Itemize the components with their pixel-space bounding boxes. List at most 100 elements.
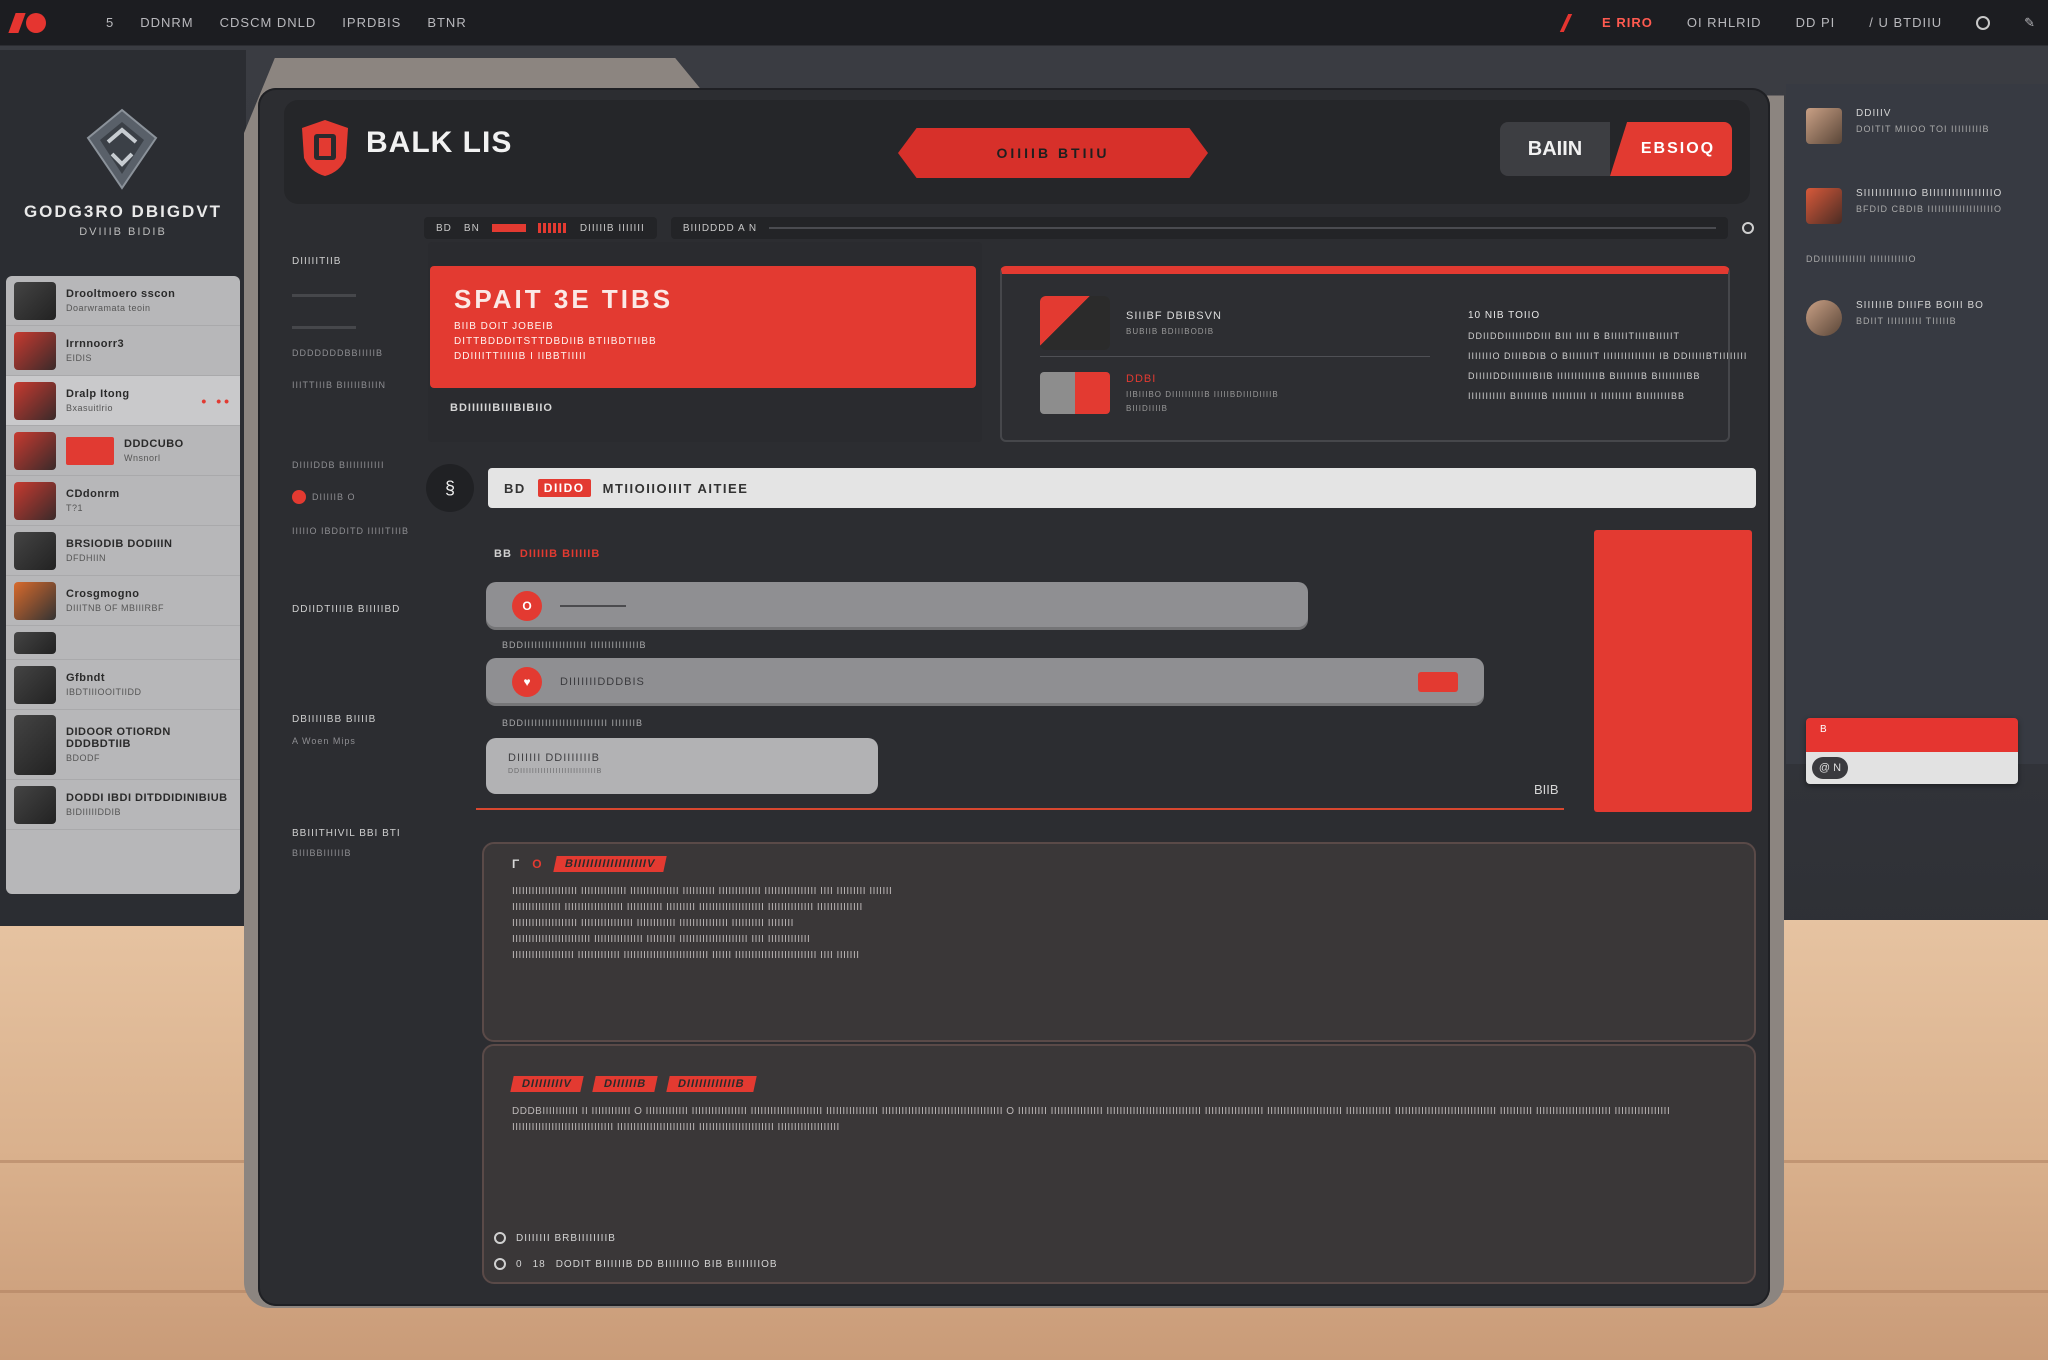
list-item[interactable]: DDDCUBO Wnsnorl	[6, 426, 240, 476]
search-icon[interactable]: §	[426, 464, 474, 512]
avatar	[1806, 300, 1842, 336]
toggle-right-option[interactable]: EBSIOQ	[1610, 122, 1732, 176]
section-caption: DDIIIIIIIIIIIII IIIIIIIIIIIO	[1806, 254, 1917, 264]
filter-segment[interactable]: BIIIDDDD A N	[670, 217, 1728, 239]
main-action-button[interactable]: OIIIIB BTIIU	[898, 128, 1208, 178]
status-item[interactable]: / U BTDIIU	[1869, 15, 1942, 30]
menu-item[interactable]: IPRDBIS	[342, 15, 401, 30]
pen-icon[interactable]: ✎	[2024, 15, 2036, 31]
avatar	[14, 785, 56, 824]
list-item-title: BRSIODIB DODIIIN	[66, 538, 173, 550]
select-subtext: DDIIIIIIIIIIIIIIIIIIIIIIIIIIB	[508, 768, 603, 775]
avatar	[14, 431, 56, 470]
side-label: DIIIIIB O	[312, 492, 356, 502]
more-icon[interactable]: • ••	[201, 393, 232, 409]
filter-label: BIIIDDDD A N	[682, 222, 758, 234]
filter-indicator	[537, 223, 568, 233]
side-label: IIIIIO IBDDITD IIIIITIIIB	[292, 526, 410, 536]
panel-header: DIIIIIIIIV DIIIIIIB DIIIIIIIIIIIIB	[510, 1076, 1726, 1092]
list-item[interactable]: Dralp Itong Bxasuitlrio • ••	[6, 376, 240, 426]
toggle-left-option[interactable]: BAIIN	[1500, 122, 1610, 176]
list-item-title: Irrnnoorr3	[66, 338, 125, 350]
info-row[interactable]: DDBI IIBIIIBO DIIIIIIIIIIB IIIIIBDIIIDIII…	[1040, 372, 1279, 414]
notification-item[interactable]: SIIIIIIB DIIIFB BOIII BO BDIIT IIIIIIIIII…	[1806, 300, 2036, 336]
start-card-line: DITTBDDDITSTTDBDIIB BTIIBDTIIBB	[454, 336, 657, 347]
avatar	[14, 381, 56, 420]
notification-item[interactable]: SIIIIIIIIIIIIO BIIIIIIIIIIIIIIIIIO BFDID …	[1806, 188, 2036, 224]
divider	[476, 808, 1564, 810]
menu-item[interactable]: DDNRM	[140, 15, 193, 30]
select-field[interactable]: DIIIIII DDIIIIIIIB DDIIIIIIIIIIIIIIIIIII…	[486, 738, 878, 794]
list-item[interactable]: Drooltmoero sscon Doarwramata teoin	[6, 276, 240, 326]
list-item[interactable]: Irrnnoorr3 EIDIS	[6, 326, 240, 376]
status-badge[interactable]: E RIRO	[1602, 15, 1653, 30]
field-caption: BDDIIIIIIIIIIIIIIIIIIIIIIII IIIIIIIB	[502, 718, 644, 728]
info-detail-line: IIIIIIIIIII BIIIIIIIB IIIIIIIIII II IIII…	[1468, 391, 1686, 401]
side-label: DIIIIITIIB	[292, 256, 342, 267]
list-item[interactable]: Gfbndt IBDTIIIOOITIIDD	[6, 660, 240, 710]
submit-button[interactable]	[1594, 530, 1752, 812]
text-field[interactable]: ♥ DIIIIIIIDDDBIS	[486, 658, 1484, 706]
search-tag[interactable]: DIIDO	[537, 479, 591, 497]
refresh-icon[interactable]	[1742, 222, 1754, 234]
list-item[interactable]: DODDI IBDI DITDDIDINIBIUB BIDIIIIIDDIB	[6, 780, 240, 830]
mini-widget[interactable]: B @ N	[1806, 718, 2018, 784]
brand-logo-icon	[86, 108, 158, 190]
shield-logo-icon	[302, 120, 348, 176]
menu-item[interactable]: BTNR	[427, 15, 466, 30]
avatar	[14, 481, 56, 520]
avatar	[14, 281, 56, 320]
status-item[interactable]: OI RHLRID	[1687, 15, 1762, 30]
list-item-title: Dralp Itong	[66, 388, 130, 400]
panel-tag[interactable]: DIIIIIIIIIIIIB	[666, 1076, 757, 1092]
field-action-button[interactable]	[1418, 672, 1458, 692]
footer-value: 18	[532, 1258, 546, 1270]
side-label[interactable]: BBIIITHIVIL BBI BTI	[292, 828, 401, 839]
app-logo[interactable]	[8, 12, 46, 33]
widget-toggle[interactable]: @ N	[1812, 757, 1848, 779]
circle-icon	[494, 1232, 506, 1244]
start-card[interactable]: SPAIT 3E TIBS BIIB DOIT JOBEIB DITTBDDDI…	[430, 266, 976, 388]
info-detail-line: IIIIIIIO DIIIBDIB O BIIIIIIIT IIIIIIIIII…	[1468, 351, 1748, 361]
avatar	[14, 631, 56, 654]
slash-icon	[1559, 13, 1573, 32]
notification-subtitle: BDIIT IIIIIIIIII TIIIIIB	[1856, 316, 1957, 326]
search-text: MTIIOIIOIIIT AITIEE	[602, 480, 749, 496]
text-panel: DIIIIIIIIV DIIIIIIB DIIIIIIIIIIIIB DDDBI…	[482, 1044, 1756, 1284]
list-item[interactable]: CDdonrm T?1	[6, 476, 240, 526]
notification-item[interactable]: DDIIIV DOITIT MIIOO TOI IIIIIIIIIB	[1806, 108, 2036, 144]
filter-track	[769, 227, 1716, 229]
panel-text: IIIIIIIIIIIIIIIIIIII IIIIIIIIIIIIII IIII…	[512, 884, 1726, 964]
mode-toggle[interactable]: BAIIN EBSIOQ	[1500, 122, 1732, 176]
list-item[interactable]: DIDOOR OTIORDN DDDBDTIIB BDODF	[6, 710, 240, 780]
search-input[interactable]: BD DIIDO MTIIOIIOIIIT AITIEE	[488, 468, 1756, 508]
panel-tag[interactable]: DIIIIIIIIV	[510, 1076, 584, 1092]
list-item-subtitle: BIDIIIIIDDIB	[66, 807, 122, 817]
circle-icon[interactable]	[494, 1258, 506, 1270]
panel-tag[interactable]: DIIIIIIB	[592, 1076, 658, 1092]
widget-label: B	[1806, 718, 2018, 752]
side-label[interactable]: DDIIDTIIIIB BIIIIIBD	[292, 604, 400, 615]
menu-item[interactable]: 5	[106, 15, 114, 30]
list-item-subtitle: T?1	[66, 503, 84, 513]
side-label[interactable]: DBIIIIIBB BIIIIB	[292, 714, 376, 725]
avatar	[14, 531, 56, 570]
panel-line: IIIIIIIIIIIIIIIIIIIIIIII IIIIIIIIIIIIIII…	[512, 934, 811, 945]
list-item-title: DIDOOR OTIORDN DDDBDTIIB	[66, 726, 171, 750]
status-item[interactable]: DD PI	[1796, 15, 1836, 30]
start-card-caption: BDIIIIIIBIIIBIBIIO	[450, 402, 553, 414]
info-title: DDBI	[1126, 373, 1157, 385]
form-title-text: DIIIIIB BIIIIIB	[519, 548, 601, 560]
panel-tag[interactable]: BIIIIIIIIIIIIIIIIIIV	[552, 856, 667, 872]
list-item[interactable]	[6, 626, 240, 660]
info-row[interactable]: SIIIBF DBIBSVN BUBIIB BDIIIBODIB	[1040, 296, 1222, 350]
text-field[interactable]: O	[486, 582, 1308, 630]
menu-item[interactable]: CDSCM DNLD	[220, 15, 317, 30]
filter-bar: BD BN DIIIIIB IIIIIII BIIIDDDD A N	[424, 216, 1754, 240]
filter-segment[interactable]: BD BN DIIIIIB IIIIIII	[424, 217, 657, 239]
power-icon[interactable]	[1976, 15, 1991, 30]
list-item[interactable]: BRSIODIB DODIIIN DFDHIIN	[6, 526, 240, 576]
list-item-subtitle: BDODF	[66, 753, 100, 763]
lightning-icon	[1040, 296, 1110, 350]
list-item[interactable]: Crosgmogno DIIITNB OF MBIIIRBF	[6, 576, 240, 626]
